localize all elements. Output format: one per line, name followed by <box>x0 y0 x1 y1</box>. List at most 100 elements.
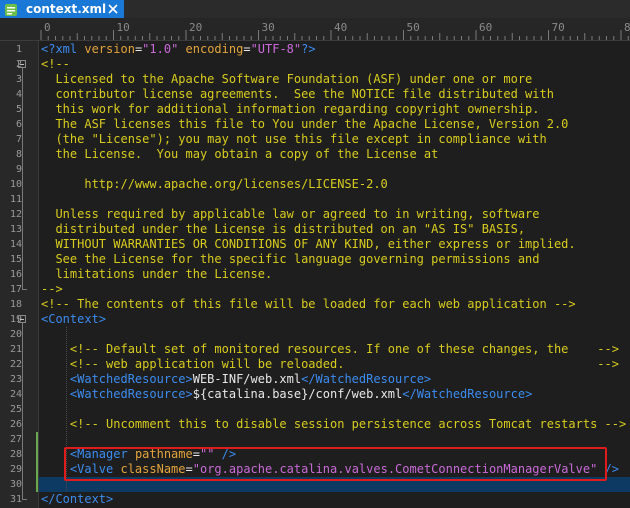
code-token: Licensed to the Apache Software Foundati… <box>41 72 533 86</box>
line-number: 3 <box>15 74 22 85</box>
code-line[interactable]: 20 <box>10 327 630 342</box>
fold-toggle-icon[interactable] <box>18 60 26 68</box>
code-token: --> <box>41 282 63 296</box>
code-text: distributed under the License is distrib… <box>41 222 525 237</box>
line-number: 18 <box>9 299 22 310</box>
code-line[interactable]: 24 <WatchedResource>${catalina.base}/con… <box>10 387 630 402</box>
code-line[interactable]: 13 distributed under the License is dist… <box>10 222 630 237</box>
modified-lines-marker <box>36 432 38 492</box>
code-line[interactable]: 27 <box>10 432 630 447</box>
ruler-label: 10 <box>116 21 130 34</box>
ruler-label: 70 <box>551 21 565 34</box>
code-line[interactable]: 11 <box>10 192 630 207</box>
code-text: contributor license agreements. See the … <box>41 87 554 102</box>
ruler-label: 20 <box>189 21 203 34</box>
line-number: 10 <box>9 179 22 190</box>
line-number: 15 <box>9 254 22 265</box>
code-token: "UTF-8" <box>250 42 302 56</box>
code-text: <WatchedResource>${catalina.base}/conf/w… <box>41 387 532 402</box>
code-line[interactable]: 31 </Context> <box>10 492 630 507</box>
code-token: <!-- <box>41 57 70 71</box>
code-text: <!-- Default set of monitored resources.… <box>41 342 619 357</box>
code-line[interactable]: 26 <!-- Uncomment this to disable sessio… <box>10 417 630 432</box>
file-icon <box>4 2 18 16</box>
line-number: 27 <box>9 434 22 445</box>
fold-toggle-icon[interactable] <box>18 315 26 323</box>
code-line[interactable]: 19 <Context> <box>10 312 630 327</box>
code-text: --> <box>41 282 63 297</box>
code-token: the License. You may obtain a copy of th… <box>41 147 439 161</box>
line-number: 26 <box>9 419 22 430</box>
code-token: <WatchedResource> <box>69 387 193 401</box>
line-number: 17 <box>9 284 22 295</box>
code-token: </Context> <box>41 492 114 506</box>
line-number: 5 <box>15 104 22 115</box>
tab-label: context.xml <box>26 2 107 16</box>
code-text: http://www.apache.org/licenses/LICENSE-2… <box>41 177 387 192</box>
fold-end-marker <box>22 499 27 500</box>
code-line[interactable]: 4 contributor license agreements. See th… <box>16 87 630 102</box>
tab-bar: context.xml <box>0 0 630 19</box>
code-token: ?> <box>301 42 316 56</box>
code-text: <!-- web application will be reloaded. -… <box>41 357 619 372</box>
code-token: <!-- Uncomment this to disable session p… <box>41 417 627 431</box>
line-number: 11 <box>9 194 22 205</box>
code-line[interactable]: 18 <!-- The contents of this file will be… <box>10 297 630 312</box>
code-line[interactable]: 2 <!-- <box>16 57 630 72</box>
code-line[interactable]: 8 the License. You may obtain a copy of … <box>16 147 630 162</box>
code-line[interactable]: 22 <!-- web application will be reloaded… <box>10 357 630 372</box>
line-number: 25 <box>9 404 22 415</box>
code-text: WITHOUT WARRANTIES OR CONDITIONS OF ANY … <box>41 237 575 252</box>
line-number: 8 <box>15 149 22 160</box>
code-text: this work for additional information reg… <box>41 102 540 117</box>
code-line[interactable]: 3 Licensed to the Apache Software Founda… <box>16 72 630 87</box>
code-text: Unless required by applicable law or agr… <box>41 207 540 222</box>
ruler-label: 60 <box>479 21 493 34</box>
code-line[interactable]: 15 See the License for the specific lang… <box>10 252 630 267</box>
code-line[interactable]: 6 The ASF licenses this file to You unde… <box>16 117 630 132</box>
code-token: <!-- web application will be reloaded. -… <box>41 357 619 371</box>
code-token: version <box>84 42 135 56</box>
code-line[interactable]: 1 <?xml version="1.0" encoding="UTF-8"?> <box>16 42 630 57</box>
code-token: See the License for the specific languag… <box>41 252 540 266</box>
line-number: 30 <box>9 479 22 490</box>
code-line[interactable]: 5 this work for additional information r… <box>16 102 630 117</box>
code-line[interactable]: 23 <WatchedResource>WEB-INF/web.xml</Wat… <box>10 372 630 387</box>
code-line[interactable]: 16 limitations under the License. <box>10 267 630 282</box>
ruler-label: 30 <box>261 21 275 34</box>
line-number: 23 <box>9 374 22 385</box>
code-text: limitations under the License. <box>41 267 272 282</box>
code-text: <WatchedResource>WEB-INF/web.xml</Watche… <box>41 372 431 387</box>
ruler-label: 80 <box>624 21 630 34</box>
line-number: 1 <box>15 44 22 55</box>
code-token: = <box>243 42 251 56</box>
line-number: 13 <box>9 224 22 235</box>
code-line[interactable]: 7 (the "License"); you may not use this … <box>16 132 630 147</box>
code-text: (the "License"); you may not use this fi… <box>41 132 546 147</box>
code-token: Unless required by applicable law or agr… <box>41 207 540 221</box>
code-line[interactable]: 10 http://www.apache.org/licenses/LICENS… <box>10 177 630 192</box>
code-token: <?xml <box>41 42 85 56</box>
line-number: 16 <box>9 269 22 280</box>
code-token: <Context> <box>41 312 107 326</box>
close-icon[interactable] <box>106 2 120 16</box>
code-line[interactable]: 9 <box>16 162 630 177</box>
code-text: <!-- Uncomment this to disable session p… <box>41 417 626 432</box>
code-line[interactable]: 17 --> <box>10 282 630 297</box>
fold-end-marker <box>22 289 27 290</box>
code-token: </WatchedResource> <box>301 372 432 386</box>
line-number: 20 <box>9 329 22 340</box>
highlight-annotation-box <box>64 447 607 481</box>
code-line[interactable]: 12 Unless required by applicable law or … <box>10 207 630 222</box>
code-line[interactable]: 25 <box>10 402 630 417</box>
code-token: WEB-INF/web.xml <box>192 372 302 386</box>
code-editor[interactable]: 1 <?xml version="1.0" encoding="UTF-8"?> 2… <box>10 41 630 508</box>
line-number: 31 <box>9 494 22 505</box>
code-line[interactable]: 14 WITHOUT WARRANTIES OR CONDITIONS OF A… <box>10 237 630 252</box>
code-token: this work for additional information reg… <box>41 102 540 116</box>
tab-context-xml[interactable]: context.xml <box>0 0 124 18</box>
fold-guide <box>22 68 23 289</box>
code-text: <!-- The contents of this file will be l… <box>41 297 576 312</box>
code-line[interactable]: 21 <!-- Default set of monitored resourc… <box>10 342 630 357</box>
